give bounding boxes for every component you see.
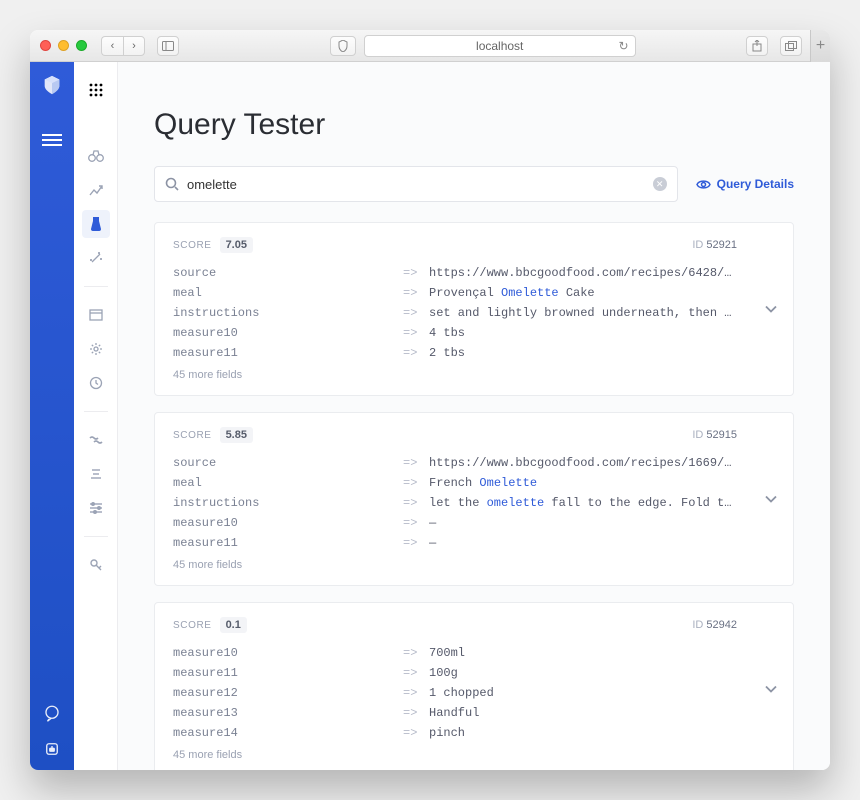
score-label: SCORE [173, 240, 212, 251]
result-row: instructions=>let the omelette fall to t… [173, 493, 737, 513]
nav-settings-icon[interactable] [82, 335, 110, 363]
result-card: SCORE 5.85 ID 52915 source=>https://www.bbc… [154, 412, 794, 586]
primary-rail [30, 62, 74, 770]
expand-toggle[interactable] [765, 492, 777, 507]
result-row: measure11=>— [173, 533, 737, 553]
result-row: meal=>French Omelette [173, 473, 737, 493]
back-button[interactable]: ‹ [101, 36, 123, 56]
close-icon[interactable] [40, 40, 51, 51]
reload-icon[interactable]: ↻ [619, 39, 629, 53]
tabs-button[interactable] [780, 36, 802, 56]
forward-button[interactable]: › [123, 36, 145, 56]
eye-icon [696, 177, 711, 192]
score-label: SCORE [173, 620, 212, 631]
nav-binoculars-icon[interactable] [82, 142, 110, 170]
url-bar[interactable]: localhost ↻ [364, 35, 636, 57]
result-row: measure14=>pinch [173, 723, 737, 743]
result-row: instructions=>set and lightly browned un… [173, 303, 737, 323]
page-title: Query Tester [154, 108, 794, 142]
result-id: ID 52915 [692, 429, 737, 441]
clear-search-icon[interactable]: ✕ [653, 177, 667, 191]
nav-weights-icon[interactable] [82, 494, 110, 522]
more-fields[interactable]: 45 more fields [173, 749, 737, 761]
score-value: 0.1 [220, 617, 247, 633]
privacy-button[interactable] [330, 36, 356, 56]
help-icon[interactable] [43, 740, 61, 758]
search-icon [165, 177, 179, 191]
result-id: ID 52921 [692, 239, 737, 251]
result-id: ID 52942 [692, 619, 737, 631]
expand-toggle[interactable] [765, 682, 777, 697]
titlebar: ‹ › localhost ↻ + [30, 30, 830, 62]
nav-query-tester[interactable] [82, 210, 110, 238]
app-logo [41, 74, 63, 96]
url-text: localhost [476, 39, 523, 53]
menu-toggle[interactable] [42, 134, 62, 146]
score-value: 7.05 [220, 237, 253, 253]
nav-schema-icon[interactable] [82, 301, 110, 329]
nav-synonyms-icon[interactable] [82, 426, 110, 454]
nav-credentials-icon[interactable] [82, 551, 110, 579]
score-value: 5.85 [220, 427, 253, 443]
nav-curations-icon[interactable] [82, 460, 110, 488]
result-row: measure10=>— [173, 513, 737, 533]
expand-toggle[interactable] [765, 302, 777, 317]
query-details-button[interactable]: Query Details [696, 177, 794, 192]
window-controls [40, 40, 87, 51]
zoom-icon[interactable] [76, 40, 87, 51]
result-row: source=>https://www.bbcgoodfood.com/reci… [173, 453, 737, 473]
result-row: measure11=>100g [173, 663, 737, 683]
new-tab-button[interactable]: + [810, 30, 830, 62]
result-row: measure10=>4 tbs [173, 323, 737, 343]
minimize-icon[interactable] [58, 40, 69, 51]
nav-apps[interactable] [82, 76, 110, 104]
result-row: source=>https://www.bbcgoodfood.com/reci… [173, 263, 737, 283]
result-row: meal=>Provençal Omelette Cake [173, 283, 737, 303]
browser-window: ‹ › localhost ↻ + [30, 30, 830, 770]
share-button[interactable] [746, 36, 768, 56]
nav-analytics-icon[interactable] [82, 176, 110, 204]
main-content: Query Tester ✕ Query Details SCORE 7.05 ID… [118, 62, 830, 770]
result-row: measure13=>Handful [173, 703, 737, 723]
result-row: measure11=>2 tbs [173, 343, 737, 363]
more-fields[interactable]: 45 more fields [173, 369, 737, 381]
search-box[interactable]: ✕ [154, 166, 678, 202]
sidebar-button[interactable] [157, 36, 179, 56]
chat-icon[interactable] [43, 704, 61, 722]
result-card: SCORE0.1ID 52942measure10=>700mlmeasure1… [154, 602, 794, 770]
more-fields[interactable]: 45 more fields [173, 559, 737, 571]
search-input[interactable] [187, 177, 645, 192]
nav-history-icon[interactable] [82, 369, 110, 397]
score-label: SCORE [173, 430, 212, 441]
result-row: measure10=>700ml [173, 643, 737, 663]
result-card: SCORE 7.05 ID 52921 source=>https://www.bbc… [154, 222, 794, 396]
nav-wand-icon[interactable] [82, 244, 110, 272]
secondary-nav [74, 62, 118, 770]
result-row: measure12=>1 chopped [173, 683, 737, 703]
